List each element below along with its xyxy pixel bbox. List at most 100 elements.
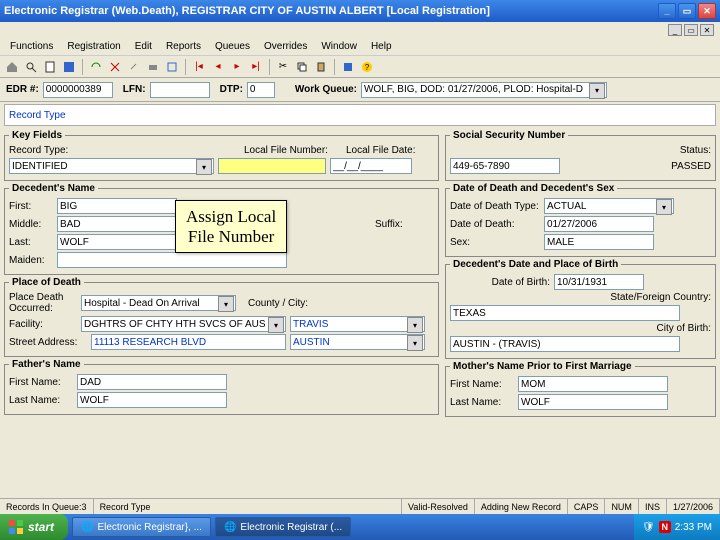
status-vr: Valid-Resolved [402,499,475,514]
edr-input[interactable] [43,82,113,98]
facility-label: Facility: [9,319,77,330]
local-file-number-input[interactable] [218,158,326,174]
sex-label: Sex: [450,237,540,248]
status-caps: CAPS [568,499,606,514]
taskbar-item-1[interactable]: 🌐Electronic Registrar}, ... [72,517,211,537]
tool-last-icon[interactable]: ▸| [248,59,264,75]
dtp-input[interactable] [247,82,275,98]
maiden-input[interactable] [57,252,287,268]
statusbar: Records In Queue:3 Record Type Valid-Res… [0,498,720,514]
dod-input[interactable] [544,216,654,232]
mother-fn-input[interactable] [518,376,668,392]
menu-help[interactable]: Help [365,40,398,53]
tool-preview-icon[interactable] [164,59,180,75]
tool-next-icon[interactable]: ▸ [229,59,245,75]
lfn-field-label: Local File Number: [244,145,342,156]
dod-type-label: Date of Death Type: [450,201,540,212]
start-button[interactable]: start [0,514,68,540]
window-title: Electronic Registrar (Web.Death), REGIST… [4,5,656,17]
dod-type-select[interactable]: ACTUAL [544,198,674,214]
status-date: 1/27/2006 [667,499,720,514]
restore-button[interactable]: ▭ [678,3,696,19]
lfd-field-label: Local File Date: [346,145,415,156]
tool-delete-icon[interactable] [107,59,123,75]
dob-input[interactable] [554,274,644,290]
pdo-select[interactable]: Hospital - Dead On Arrival [81,295,236,311]
minimize-button[interactable]: _ [658,3,676,19]
tool-cut-icon[interactable]: ✂ [275,59,291,75]
father-fn-label: First Name: [9,377,73,388]
last-label: Last: [9,237,53,248]
tool-save-icon[interactable] [61,59,77,75]
decedent-name-group: Decedent's Name First: Middle:Suffix: La… [4,183,439,275]
last-input[interactable] [57,234,177,250]
ssn-input[interactable] [450,158,560,174]
menu-registration[interactable]: Registration [61,40,126,53]
tool-prev-icon[interactable]: ◂ [210,59,226,75]
state-input[interactable] [450,305,680,321]
menu-window[interactable]: Window [315,40,363,53]
city-birth-input[interactable] [450,336,680,352]
first-input[interactable] [57,198,177,214]
lfn-input[interactable] [150,82,210,98]
tray-clock: 2:33 PM [675,522,712,533]
tool-refresh-icon[interactable] [88,59,104,75]
menu-functions[interactable]: Functions [4,40,59,53]
rectype-select[interactable]: IDENTIFIED [9,158,214,174]
tool-first-icon[interactable]: |◂ [191,59,207,75]
tray-n-icon[interactable]: N [659,521,671,533]
status-rt: Record Type [94,499,402,514]
father-name-group: Father's Name First Name: Last Name: [4,359,439,415]
taskbar-item-2[interactable]: 🌐Electronic Registrar (... [215,517,351,537]
father-fn-input[interactable] [77,374,227,390]
mdi-restore-button[interactable]: ▭ [684,24,698,36]
father-ln-input[interactable] [77,392,227,408]
mdi-close-button[interactable]: ✕ [700,24,714,36]
work-queue-select[interactable]: WOLF, BIG, DOD: 01/27/2006, PLOD: Hospit… [361,82,607,98]
callout-assign-lfn: Assign LocalFile Number [175,200,287,253]
status-ins: INS [639,499,667,514]
local-file-date-input[interactable] [330,158,412,174]
key-fields-group: Key Fields Record Type: Local File Numbe… [4,130,439,181]
mdi-minimize-button[interactable]: _ [668,24,682,36]
middle-input[interactable] [57,216,177,232]
status-num: NUM [605,499,639,514]
system-tray[interactable]: 🛡 N 2:33 PM [634,514,720,540]
sex-input[interactable] [544,234,654,250]
tool-book-icon[interactable] [340,59,356,75]
ssn-group: Social Security Number Status: PASSED [445,130,716,181]
tool-home-icon[interactable] [4,59,20,75]
dod-label: Date of Death: [450,219,540,230]
tool-find-icon[interactable] [23,59,39,75]
taskbar: start 🌐Electronic Registrar}, ... 🌐Elect… [0,514,720,540]
close-button[interactable]: ✕ [698,3,716,19]
tool-new-icon[interactable] [42,59,58,75]
county-select[interactable]: TRAVIS [290,316,425,332]
tool-paste-icon[interactable] [313,59,329,75]
facility-select[interactable]: DGHTRS OF CHTY HTH SVCS OF AUS [81,316,286,332]
fac-city-select[interactable]: AUSTIN [290,334,425,350]
place-of-death-group: Place of Death Place Death Occurred: Hos… [4,277,439,357]
mother-name-group: Mother's Name Prior to First Marriage Fi… [445,361,716,417]
menu-reports[interactable]: Reports [160,40,207,53]
pdo-label: Place Death Occurred: [9,292,77,314]
menu-overrides[interactable]: Overrides [258,40,313,53]
menu-edit[interactable]: Edit [129,40,158,53]
tool-copy-icon[interactable] [294,59,310,75]
menu-queues[interactable]: Queues [209,40,256,53]
tool-print-icon[interactable] [145,59,161,75]
edr-label: EDR #: [6,84,39,95]
lfn-label: LFN: [123,84,146,95]
tool-attach-icon[interactable] [126,59,142,75]
city-birth-label: City of Birth: [657,323,711,334]
street-input[interactable] [91,334,286,350]
dod-sex-group: Date of Death and Decedent's Sex Date of… [445,183,716,257]
mother-ln-input[interactable] [518,394,668,410]
state-label: State/Foreign Country: [610,292,711,303]
toolbar: |◂ ◂ ▸ ▸| ✂ ? [0,56,720,78]
first-label: First: [9,201,53,212]
middle-label: Middle: [9,219,53,230]
tool-help-icon[interactable]: ? [359,59,375,75]
menubar: Functions Registration Edit Reports Queu… [0,38,720,56]
tray-shield-icon[interactable]: 🛡 [642,522,655,533]
